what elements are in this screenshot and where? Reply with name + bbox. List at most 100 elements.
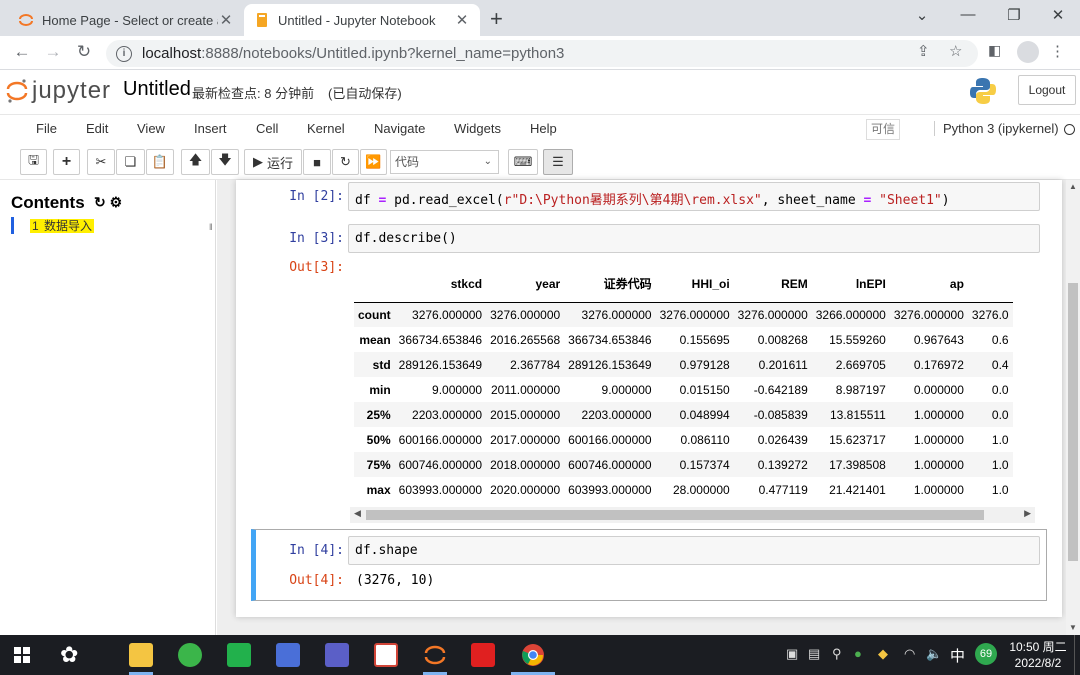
menu-insert[interactable]: Insert	[194, 121, 227, 136]
menu-file[interactable]: File	[36, 121, 57, 136]
toc-item[interactable]: 1 数据导入	[11, 217, 95, 234]
vertical-scroll-thumb[interactable]	[1068, 283, 1078, 561]
menu-widgets[interactable]: Widgets	[454, 121, 501, 136]
add-cell-button[interactable]: +	[53, 149, 80, 175]
tab-search-icon[interactable]: ⌄	[907, 6, 937, 24]
scroll-right-icon[interactable]: ▶	[1024, 508, 1031, 519]
code-input[interactable]: df.shape	[348, 536, 1040, 565]
resize-handle[interactable]: ‖	[209, 222, 213, 232]
trusted-indicator[interactable]: 可信	[866, 119, 900, 140]
wifi-icon[interactable]: ◠	[904, 646, 915, 662]
fast-forward-icon: ⏩	[365, 154, 382, 169]
move-down-button[interactable]: 🡇	[211, 149, 239, 175]
table-cell: 1.0	[991, 432, 1009, 447]
menu-edit[interactable]: Edit	[86, 121, 108, 136]
save-button[interactable]: 🖫	[20, 149, 47, 175]
reload-icon[interactable]: ↻	[72, 42, 96, 62]
cell-type-select[interactable]: 代码 ⌄	[390, 150, 499, 174]
menu-view[interactable]: View	[137, 121, 165, 136]
toc-toggle-button[interactable]: ☰	[543, 149, 573, 175]
paste-button[interactable]: 📋	[146, 149, 174, 175]
menu-kernel[interactable]: Kernel	[307, 121, 345, 136]
menu-cell[interactable]: Cell	[256, 121, 278, 136]
copy-button[interactable]: ❏	[116, 149, 145, 175]
app-grid-icon[interactable]	[276, 643, 300, 667]
browser-tab-notebook[interactable]: Untitled - Jupyter Notebook ✕	[244, 4, 480, 36]
jupyter-taskbar-icon[interactable]	[423, 643, 447, 667]
scroll-up-icon[interactable]: ▲	[1069, 182, 1077, 191]
restart-button[interactable]: ↻	[332, 149, 359, 175]
code-input[interactable]: df = pd.read_excel(r"D:\Python暑期系列\第4期\r…	[348, 182, 1040, 211]
calendar-icon[interactable]	[325, 643, 349, 667]
app-red-icon[interactable]	[374, 643, 398, 667]
window-close-icon[interactable]: ✕	[1043, 6, 1073, 24]
tab-title: Home Page - Select or create a	[42, 12, 218, 28]
scroll-left-icon[interactable]: ◀	[354, 508, 361, 519]
notification-badge[interactable]: 69	[975, 643, 997, 665]
table-cell: 0.0	[991, 407, 1009, 422]
table-cell: 8.987197	[835, 382, 886, 397]
menu-navigate[interactable]: Navigate	[374, 121, 425, 136]
cut-button[interactable]: ✂	[87, 149, 115, 175]
table-cell: 0.967643	[913, 332, 964, 347]
tray-icon[interactable]: ●	[854, 646, 862, 661]
more-menu-icon[interactable]: ⋮	[1050, 42, 1065, 60]
table-cell: 28.000000	[672, 482, 730, 497]
gear-icon[interactable]: ⚙	[110, 194, 123, 210]
file-explorer-icon[interactable]	[129, 643, 153, 667]
restart-run-all-button[interactable]: ⏩	[360, 149, 387, 175]
new-tab-button[interactable]: +	[490, 6, 503, 32]
table-cell: 2017.000000	[490, 432, 561, 447]
move-up-button[interactable]: 🡅	[181, 149, 210, 175]
tray-icon[interactable]: ▣	[786, 646, 798, 662]
sidebar-icon[interactable]: ◧	[988, 42, 1001, 59]
tray-icon[interactable]: ▤	[808, 646, 820, 662]
iqiyi-icon[interactable]	[227, 643, 251, 667]
system-clock[interactable]: 10:50 周二 2022/8/2	[1006, 639, 1070, 671]
column-header: HHI_oi	[655, 266, 734, 303]
windows-start-icon[interactable]	[14, 647, 30, 663]
close-icon[interactable]: ✕	[218, 11, 234, 29]
code-token: )	[941, 193, 950, 208]
code-input[interactable]: df.describe()	[348, 224, 1040, 253]
url-input[interactable]: i localhost:8888/notebooks/Untitled.ipyn…	[106, 40, 978, 67]
toc-controls: ↻ ⚙	[94, 194, 122, 211]
table-cell: 3276.000000	[893, 307, 964, 322]
clock-date: 2022/8/2	[1014, 656, 1062, 670]
table-cell: 0.176972	[913, 357, 964, 372]
volume-icon[interactable]: 🔈	[926, 646, 942, 662]
toc-item-number: 1	[31, 219, 40, 233]
close-icon[interactable]: ✕	[454, 11, 470, 29]
browser-tab-home[interactable]: Home Page - Select or create a ✕	[8, 4, 244, 36]
kernel-name[interactable]: Python 3 (ipykernel)	[934, 121, 1059, 136]
ime-indicator[interactable]: 中	[950, 645, 965, 666]
back-icon[interactable]: ←	[10, 42, 34, 62]
interrupt-button[interactable]: ■	[303, 149, 331, 175]
keyboard-shortcuts-button[interactable]: ⌨	[508, 149, 538, 175]
table-row: count 3276.000000 3276.000000 3276.000000 32…	[354, 302, 1013, 327]
notebook-toolbar: 🖫 + ✂ ❏ 📋 🡅 🡇 ▶ 运行 ■ ↻ ⏩ 代码 ⌄ ⌨ ☰	[0, 146, 1080, 180]
app-green-icon[interactable]	[178, 643, 202, 667]
horizontal-scrollbar[interactable]: ◀ ▶	[350, 507, 1035, 523]
app-icon[interactable]: ✿	[60, 642, 78, 668]
horizontal-scroll-thumb[interactable]	[366, 510, 984, 520]
refresh-icon[interactable]: ↻	[94, 194, 106, 210]
run-button[interactable]: ▶ 运行	[244, 149, 302, 175]
wps-icon[interactable]	[471, 643, 495, 667]
share-icon[interactable]: ⇪	[917, 42, 930, 60]
forward-icon[interactable]: →	[41, 42, 65, 62]
scroll-down-icon[interactable]: ▼	[1069, 623, 1077, 632]
profile-avatar[interactable]	[1017, 41, 1039, 63]
table-cell: 0.048994	[679, 407, 730, 422]
menu-help[interactable]: Help	[530, 121, 557, 136]
tray-icon[interactable]: ⚲	[832, 646, 842, 662]
tray-icon[interactable]: ◆	[878, 646, 888, 662]
logout-button[interactable]: Logout	[1018, 75, 1076, 105]
bookmark-star-icon[interactable]: ☆	[949, 42, 962, 60]
jupyter-logo[interactable]: jupyter	[6, 77, 111, 105]
chrome-icon[interactable]	[521, 643, 545, 667]
minimize-icon[interactable]: —	[953, 6, 983, 23]
notebook-name[interactable]: Untitled	[123, 78, 191, 101]
restore-icon[interactable]: ❐	[999, 6, 1029, 24]
site-info-icon[interactable]: i	[116, 45, 132, 62]
